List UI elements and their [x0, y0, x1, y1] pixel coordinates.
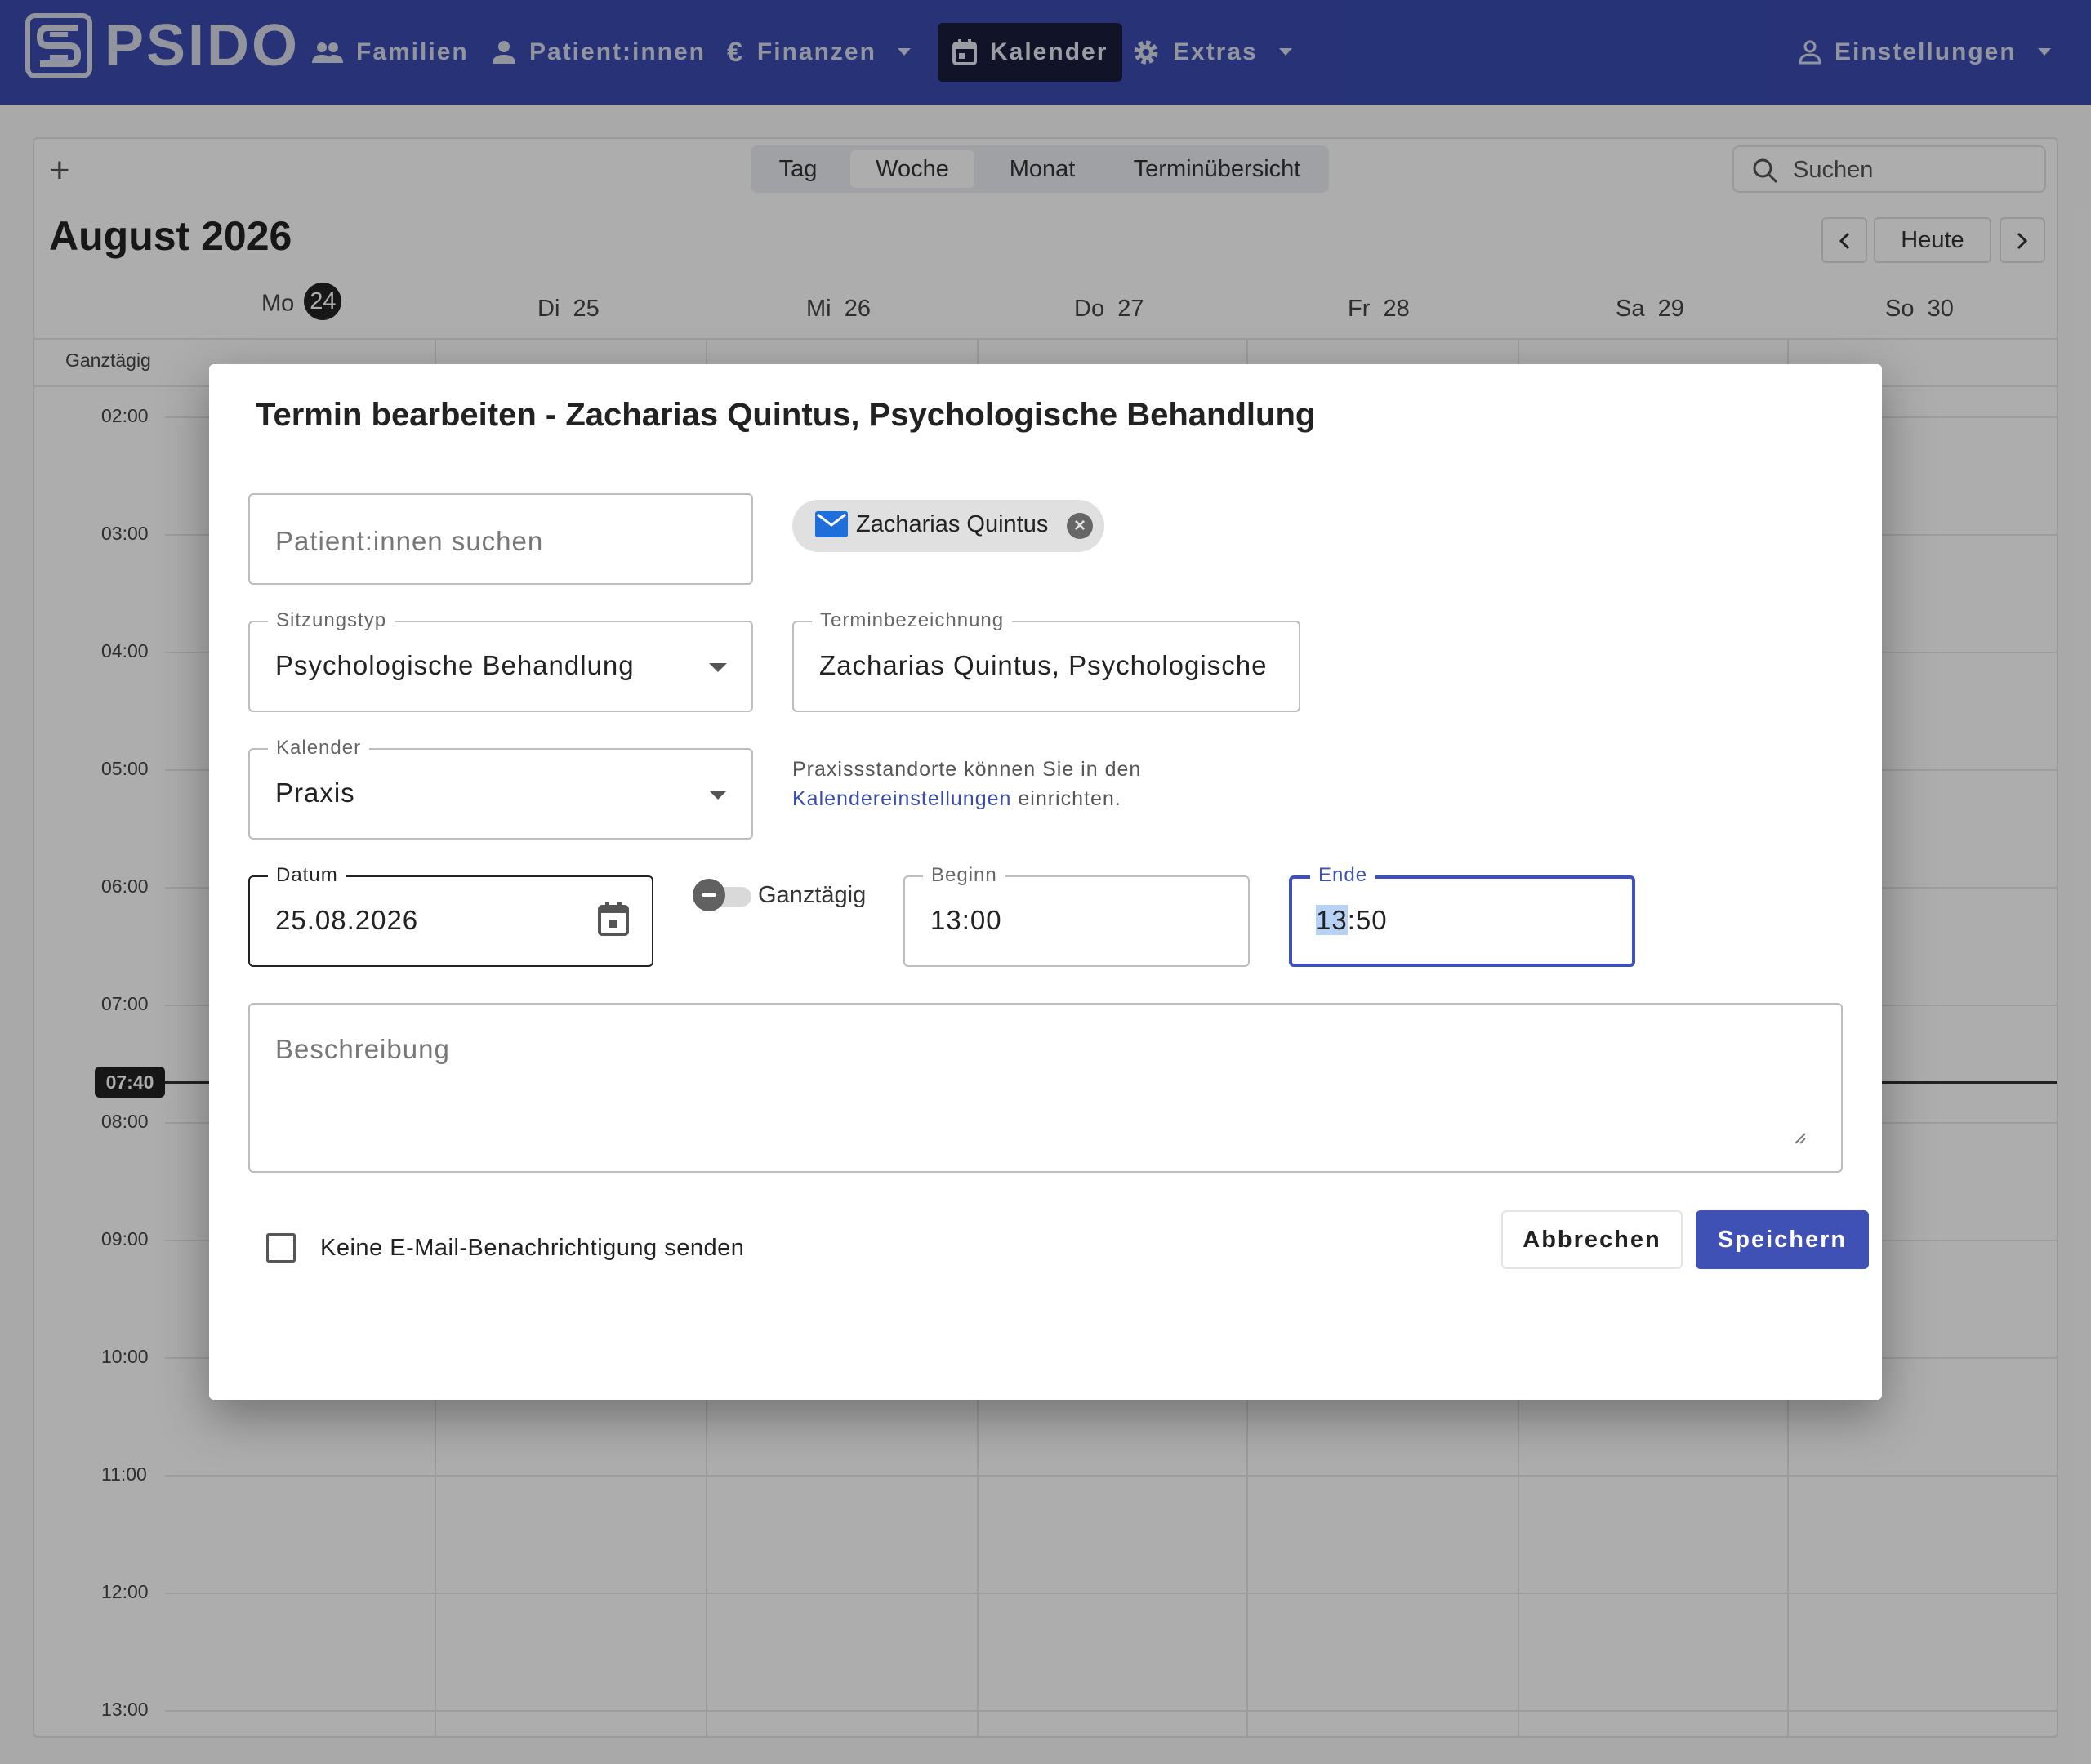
calendar-settings-link[interactable]: Kalendereinstellungen	[792, 787, 1011, 810]
end-time-label: Ende	[1310, 864, 1376, 887]
helper-line-2: einrichten.	[1011, 787, 1121, 810]
end-time-value: 13:50	[1316, 905, 1388, 936]
patient-chip-label: Zacharias Quintus	[856, 511, 1049, 537]
patient-chip[interactable]: Zacharias Quintus ×	[792, 500, 1104, 552]
start-time-label: Beginn	[923, 864, 1005, 887]
session-type-value: Psychologische Behandlung	[275, 650, 635, 680]
remove-chip-icon[interactable]: ×	[1067, 513, 1093, 539]
allday-toggle-label: Ganztägig	[758, 882, 867, 908]
end-time-rest: :50	[1347, 905, 1388, 935]
end-time-input[interactable]: Ende 13:50	[1289, 864, 1635, 967]
start-time-input[interactable]: Beginn 13:00	[903, 864, 1250, 967]
date-input[interactable]: Datum 25.08.2026	[248, 864, 653, 967]
start-time-value: 13:00	[930, 905, 1002, 935]
patient-search-input[interactable]: Patient:innen suchen	[248, 493, 753, 585]
calendar-select-value: Praxis	[275, 777, 355, 808]
session-type-label: Sitzungstyp	[268, 609, 395, 632]
toggle-thumb	[693, 879, 725, 911]
allday-toggle[interactable]	[693, 879, 751, 911]
dropdown-arrow-icon	[709, 663, 727, 672]
date-value: 25.08.2026	[275, 905, 419, 935]
dialog-title: Termin bearbeiten - Zacharias Quintus, P…	[256, 397, 1316, 433]
no-email-checkbox[interactable]	[266, 1233, 296, 1263]
patient-search-placeholder: Patient:innen suchen	[275, 526, 544, 556]
dropdown-arrow-icon	[709, 791, 727, 800]
calendar-select-label: Kalender	[268, 737, 370, 760]
session-type-select[interactable]: Sitzungstyp Psychologische Behandlung	[248, 609, 753, 712]
end-hour-selection: 13	[1316, 905, 1348, 935]
description-textarea[interactable]: Beschreibung	[248, 1003, 1843, 1173]
calendar-icon[interactable]	[598, 902, 629, 936]
appointment-name-input[interactable]: Terminbezeichnung Zacharias Quintus, Psy…	[792, 609, 1300, 712]
helper-line-1: Praxissstandorte können Sie in den	[792, 758, 1142, 781]
resize-grip-icon[interactable]	[1792, 1130, 1807, 1145]
appointment-name-value: Zacharias Quintus, Psychologische B	[819, 650, 1277, 680]
appointment-name-label: Terminbezeichnung	[812, 609, 1013, 632]
save-button[interactable]: Speichern	[1696, 1210, 1869, 1269]
date-label: Datum	[268, 864, 346, 887]
no-email-label: Keine E-Mail-Benachrichtigung senden	[320, 1235, 745, 1261]
description-placeholder: Beschreibung	[275, 1034, 450, 1064]
mail-icon	[815, 511, 848, 537]
calendar-select[interactable]: Kalender Praxis	[248, 737, 753, 840]
cancel-button[interactable]: Abbrechen	[1501, 1210, 1683, 1269]
edit-appointment-dialog: Termin bearbeiten - Zacharias Quintus, P…	[209, 364, 1882, 1400]
location-helper-text: Praxissstandorte können Sie in den Kalen…	[792, 755, 1141, 813]
